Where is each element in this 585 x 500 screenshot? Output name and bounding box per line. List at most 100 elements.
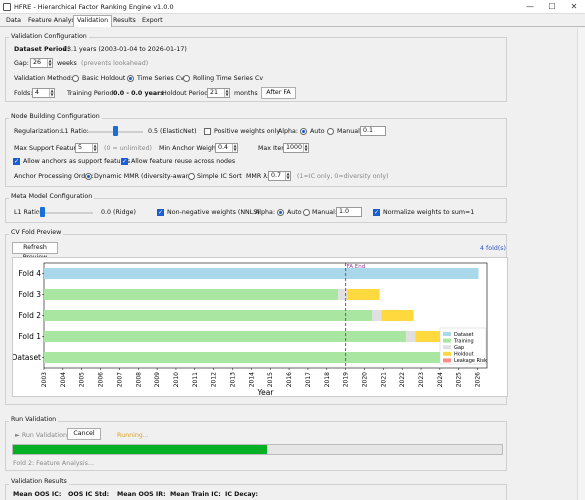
normalize-weights-checkbox[interactable]: ✓: [373, 209, 380, 216]
cv-fold-chart-svg: Dataset Fold 1 Fold 2 Fold 3 Fold 4 2003 2004 2…: [12, 262, 488, 397]
method-time-series-cv-radio[interactable]: [127, 75, 134, 82]
validation-method-label: Validation Method:: [14, 75, 73, 82]
bar-fold-2-holdout: [381, 310, 414, 321]
legend-label: Dataset: [454, 332, 474, 338]
holdout-period-label: Holdout Period:: [162, 90, 211, 97]
method-basic-holdout-radio[interactable]: [72, 75, 79, 82]
app-icon: [3, 3, 11, 11]
method-rolling-cv-label: Rolling Time Series Cv: [193, 75, 264, 82]
meta-config-title: Meta Model Configuration: [9, 193, 95, 200]
legend-label: Leakage Risk: [454, 358, 487, 364]
max-support-input[interactable]: 5 ▲ ▼: [75, 143, 98, 153]
anchor-order-label: Anchor Processing Order:: [14, 173, 94, 180]
x-tick-label: 2021: [380, 372, 387, 387]
order-dynamic-label: Dynamic MMR (diversity-aware): [94, 173, 195, 180]
normalize-weights-label: Normalize weights to sum=1: [383, 209, 475, 216]
minimize-button[interactable]: —: [519, 1, 541, 12]
x-tick-label: 2018: [324, 372, 331, 387]
allow-reuse-checkbox[interactable]: ✓: [121, 158, 128, 165]
window-title: HFRE - Hierarchical Factor Ranking Engin…: [14, 3, 174, 11]
progress-bar: [12, 444, 503, 455]
x-tick-label: 2022: [399, 372, 406, 387]
bar-fold-2-gap: [372, 310, 382, 321]
legend-swatch: [443, 338, 451, 343]
refresh-preview-button[interactable]: Refresh Preview: [12, 242, 58, 261]
max-iter-input[interactable]: 1000 ▲ ▼: [283, 143, 309, 153]
cv-fold-chart: Dataset Fold 1 Fold 2 Fold 3 Fold 4 2003 2004 2…: [12, 257, 508, 397]
positive-weights-checkbox[interactable]: [204, 128, 211, 135]
tab-results[interactable]: Results: [110, 16, 139, 27]
legend-label: Gap: [454, 345, 464, 351]
training-period-label: Training Period:: [67, 90, 116, 97]
meta-alpha-input[interactable]: 1.0: [336, 207, 362, 217]
node-alpha-label: Alpha:: [278, 128, 299, 135]
positive-weights-label: Positive weights only: [214, 128, 281, 135]
nonneg-weights-checkbox[interactable]: ✓: [157, 209, 164, 216]
node-alpha-manual-radio[interactable]: [327, 128, 334, 135]
vertical-scrollbar[interactable]: [577, 28, 585, 500]
x-tick-label: 2008: [135, 372, 142, 387]
cv-preview-title: CV Fold Preview: [9, 229, 64, 236]
metric-ic-decay: IC Decay:: [225, 491, 259, 498]
gap-label: Gap:: [14, 60, 29, 67]
folds-input[interactable]: 4 ▲ ▼: [32, 88, 55, 98]
order-simple-label: Simple IC Sort: [197, 173, 242, 180]
y-tick-label: Fold 2: [18, 311, 41, 320]
legend-label: Training: [453, 338, 474, 344]
maximize-button[interactable]: ☐: [541, 1, 563, 12]
mmr-lambda-hint: (1=IC only, 0=diversity only): [297, 173, 389, 180]
bar-fold-1-training: [44, 331, 406, 342]
meta-l1-ratio-value: 0.0 (Ridge): [101, 209, 136, 216]
node-alpha-auto-radio[interactable]: [300, 128, 307, 135]
legend-swatch: [443, 345, 451, 350]
cancel-button[interactable]: Cancel: [67, 428, 101, 440]
tab-export[interactable]: Export: [139, 16, 166, 27]
node-alpha-input[interactable]: 0.1: [360, 126, 386, 136]
y-tick-label: Fold 3: [18, 290, 41, 299]
x-tick-label: 2016: [286, 372, 293, 387]
allow-reuse-label: Allow feature reuse across nodes: [131, 158, 236, 165]
x-tick-label: 2024: [437, 372, 444, 387]
meta-alpha-auto-radio[interactable]: [277, 209, 284, 216]
legend-label: Holdout: [454, 352, 474, 358]
holdout-period-input[interactable]: 21 ▲ ▼: [207, 88, 230, 98]
x-tick-label: 2012: [211, 372, 218, 387]
run-validation-button[interactable]: ► Run Validation: [15, 432, 67, 439]
order-dynamic-radio[interactable]: [85, 173, 92, 180]
meta-l1-ratio-slider[interactable]: [38, 212, 93, 214]
fold-count: 4 fold(s): [480, 245, 507, 252]
dataset-period-value: 23.1 years (2003-01-04 to 2026-01-17): [63, 46, 187, 53]
run-validation-title: Run Validation: [9, 416, 59, 423]
meta-alpha-label: Alpha:: [255, 209, 276, 216]
gap-unit: weeks: [57, 60, 77, 67]
x-tick-label: 2009: [154, 372, 161, 387]
results-title: Validation Results: [9, 478, 69, 485]
holdout-unit: months: [234, 90, 258, 97]
x-tick-label: 2014: [248, 372, 255, 387]
after-fa-button[interactable]: After FA: [261, 87, 296, 99]
bar-fold-4-dataset: [44, 268, 479, 279]
metric-mean-oos-ir: Mean OOS IR:: [117, 491, 166, 498]
mmr-lambda-input[interactable]: 0.7 ▲ ▼: [268, 171, 291, 181]
gap-input[interactable]: 26 ▲ ▼: [30, 58, 53, 68]
meta-alpha-manual-radio[interactable]: [303, 209, 310, 216]
x-tick-label: 2011: [192, 372, 199, 387]
close-button[interactable]: ✕: [563, 1, 585, 12]
legend-swatch: [443, 358, 451, 363]
method-rolling-cv-radio[interactable]: [183, 75, 190, 82]
allow-anchors-checkbox[interactable]: ✓: [13, 158, 20, 165]
min-anchor-label: Min Anchor Weight:: [159, 145, 221, 152]
meta-l1-ratio-thumb[interactable]: [40, 207, 45, 217]
y-tick-label: Dataset: [13, 353, 41, 362]
bar-fold-2-training: [44, 310, 373, 321]
min-anchor-input[interactable]: 0.4 ▲ ▼: [215, 143, 238, 153]
tab-validation[interactable]: Validation: [73, 15, 113, 27]
tab-data[interactable]: Data: [3, 16, 24, 27]
node-l1-ratio-thumb[interactable]: [113, 126, 118, 136]
y-tick-label: Fold 1: [18, 332, 41, 341]
bar-fold-3-training: [44, 289, 339, 300]
legend-swatch: [443, 351, 451, 356]
fa-end-label: FA End: [347, 264, 366, 270]
x-tick-label: 2010: [173, 372, 180, 387]
order-simple-radio[interactable]: [188, 173, 195, 180]
